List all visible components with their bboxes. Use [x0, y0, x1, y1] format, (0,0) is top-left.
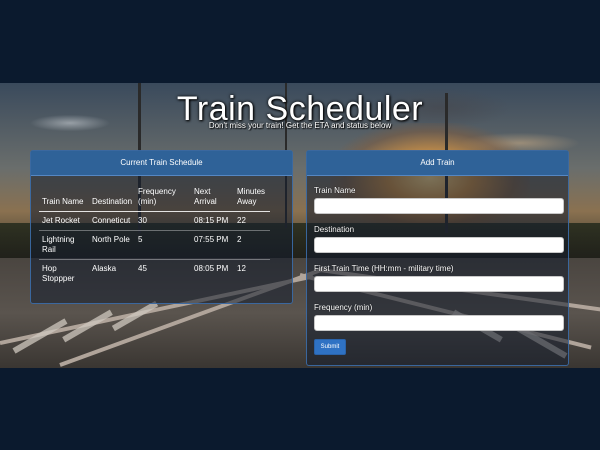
submit-button[interactable]: Submit — [314, 339, 346, 355]
column-train-name: Train Name — [39, 185, 89, 212]
page-header: Train Scheduler Don't miss your train! G… — [0, 92, 600, 130]
cell-minutes-away: 22 — [234, 211, 271, 231]
cell-minutes-away: 12 — [237, 264, 246, 273]
add-train-heading: Add Train — [307, 151, 568, 176]
cell-next-arrival: 08:15 PM — [191, 211, 235, 231]
page-tagline: Don't miss your train! Get the ETA and s… — [208, 121, 392, 130]
cell-destination: North Pole — [89, 230, 136, 260]
current-schedule-panel: Current Train Schedule Train Name Destin… — [30, 150, 293, 304]
cell-destination: Conneticut — [89, 211, 136, 231]
cell-train-name: Hop Stoppper — [42, 264, 75, 283]
table-row: Lightning Rail North Pole 5 07:55 PM 2 — [39, 230, 271, 260]
cell-next-arrival: 07:55 PM — [191, 230, 235, 260]
column-next-arrival: Next Arrival — [191, 185, 235, 212]
cell-destination: Alaska — [92, 264, 117, 273]
cell-frequency: 5 — [135, 230, 192, 260]
cell-minutes-away: 2 — [234, 230, 271, 260]
table-row: Jet Rocket Conneticut 30 08:15 PM 22 — [39, 211, 271, 231]
cell-train-name: Lightning Rail — [39, 230, 89, 260]
train-name-input[interactable] — [314, 198, 564, 214]
schedule-table: Train Name Destination Frequency (min) N… — [39, 185, 271, 289]
table-row: Hop Stoppper Alaska 45 08:05 PM 12 — [39, 260, 270, 289]
cell-frequency: 30 — [135, 211, 192, 231]
destination-input[interactable] — [314, 237, 564, 253]
cell-next-arrival: 08:05 PM — [194, 264, 229, 273]
destination-label: Destination — [314, 225, 355, 234]
add-train-panel: Add Train Train Name Destination First T… — [306, 150, 569, 366]
cell-train-name: Jet Rocket — [39, 211, 89, 231]
first-train-time-label: First Train Time (HH:mm - military time) — [314, 264, 454, 273]
first-train-time-input[interactable] — [314, 276, 564, 292]
column-minutes-away: Minutes Away — [234, 185, 271, 212]
cell-frequency: 45 — [138, 264, 147, 273]
frequency-input[interactable] — [314, 315, 564, 331]
column-frequency: Frequency (min) — [135, 185, 192, 212]
frequency-label: Frequency (min) — [314, 303, 373, 312]
column-destination: Destination — [89, 185, 136, 212]
schedule-header-row: Train Name Destination Frequency (min) N… — [39, 185, 271, 212]
current-schedule-heading: Current Train Schedule — [31, 151, 292, 176]
train-name-label: Train Name — [314, 186, 356, 195]
